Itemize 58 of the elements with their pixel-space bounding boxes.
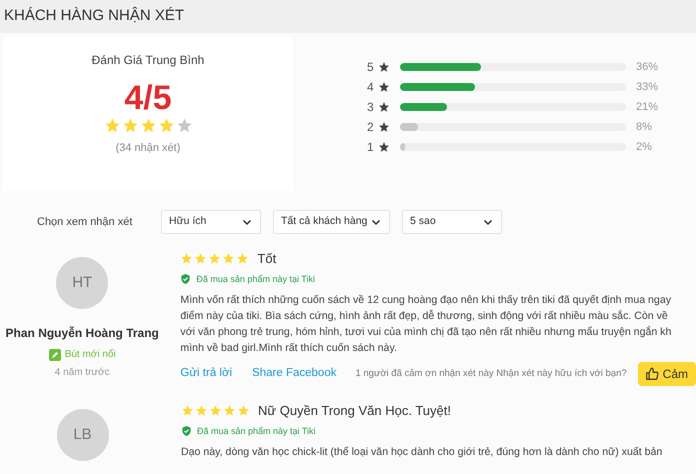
star-icon [180,252,194,266]
review-title: Nữ Quyền Trong Văn Học. Tuyệt! [258,402,451,420]
star-icon [195,404,208,418]
summary-title: Đánh Giá Trung Bình [92,52,204,69]
star-icon [378,121,390,133]
verified-purchase: Đã mua sản phẩm này tại Tiki [197,424,316,438]
section-title: KHÁCH HÀNG NHẬN XÉT [4,6,184,26]
percent-label: 2% [636,140,652,155]
thank-button[interactable]: Cảm [638,362,696,386]
star-icon [378,101,390,113]
star-icon [176,117,192,134]
review-text: Mình vốn rất thích những cuốn sách về 12 cung hoàng đạo nên khi thấy trên tiki đã quyết định mua ngay [180,293,672,308]
star-icon [222,252,236,266]
percent-label: 21% [636,100,658,115]
filter-label: Chọn xem nhận xét [37,214,134,230]
avatar: LB [56,409,108,461]
thanks-text: 1 người đã cảm ơn nhận xét này Nhận xét này hữu ích với bạn? [355,366,627,381]
review-text: với văn phong trẻ trung, hóm hỉnh, tươi vui của mình chị đã tạo nên rất nhiều nhưng mẩu truyện ngắn kh [180,324,672,340]
review-text: điểm này của tiki. Bìa sách cứng, hình ảnh rất đẹp, dễ thương, sinh động với rất nhiều màu sắc. Còn về [180,308,669,324]
star-icon [140,117,156,134]
star-icon [378,61,390,73]
star-icon [209,404,222,418]
star-icon [104,117,120,134]
review-time: 4 năm trước [54,366,110,380]
star-icon [223,404,236,418]
avatar: HT [56,257,108,309]
pen-icon [48,348,61,360]
star-label: 1 [367,139,375,156]
thumbs-up-icon [644,367,659,381]
star-label: 3 [367,99,375,116]
shield-check-icon [181,425,192,438]
star-icon [181,404,194,418]
review-text: Dạo này, dòng văn học chick-lit (thể loại văn học dành cho giới trẻ, đúng hơn là dành cho nữ) xuất bản [181,445,662,460]
reviewer-name: Phan Nguyễn Hoàng Trang [6,325,159,342]
filter-dropdown[interactable]: 5 sao [402,210,502,234]
filter-dropdown[interactable]: Hữu ích [161,210,261,234]
shield-check-icon [180,273,192,286]
average-score: 4/5 [124,79,172,117]
star-icon [194,252,208,266]
star-label: 2 [367,119,375,136]
badge-label: Bút mới nổi [64,348,116,362]
percent-label: 33% [636,80,658,95]
star-icon [378,81,390,93]
percent-label: 8% [636,120,652,135]
star-icon [237,404,250,418]
verified-purchase: Đã mua sản phẩm này tại Tiki [196,272,315,286]
review-text: mình về bad girl.Mình rất thích cuốn sách này. [180,341,398,356]
star-icon [122,117,138,134]
percent-label: 36% [636,60,658,75]
review-count: (34 nhận xét) [116,141,180,156]
star-icon [158,117,174,134]
filter-dropdown[interactable]: Tất cả khách hàng [273,210,390,234]
star-icon [236,252,250,266]
review-title: Tốt [257,250,276,268]
star-label: 5 [367,59,375,76]
star-icon [378,141,390,153]
star-label: 4 [367,79,375,96]
star-icon [208,252,222,266]
